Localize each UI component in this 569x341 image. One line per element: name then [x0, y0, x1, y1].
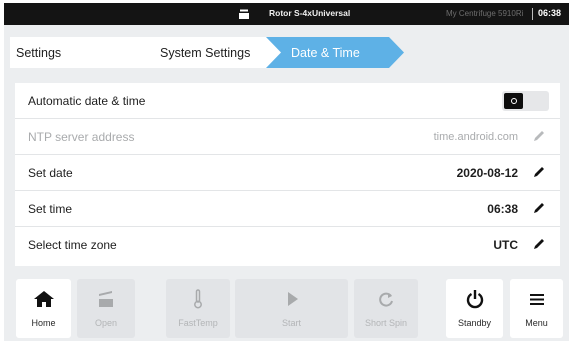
- menu-icon: [529, 294, 544, 305]
- row-label: Set date: [28, 166, 73, 180]
- breadcrumb-label: System Settings: [160, 45, 251, 60]
- rotor-icon: [239, 9, 249, 19]
- row-time-zone[interactable]: Select time zone UTC: [15, 227, 560, 263]
- button-label: Home: [31, 318, 56, 328]
- start-button[interactable]: Start: [235, 279, 348, 338]
- fasttemp-button[interactable]: FastTemp: [166, 279, 230, 338]
- row-label: Set time: [28, 202, 73, 216]
- row-set-date[interactable]: Set date 2020-08-12: [15, 155, 560, 191]
- time-value: 06:38: [487, 202, 518, 216]
- play-icon: [287, 292, 298, 306]
- ntp-server-value: time.android.com: [433, 131, 518, 143]
- button-label: Short Spin: [364, 318, 408, 328]
- breadcrumb: Settings System Settings Date & Time: [4, 25, 569, 78]
- row-ntp-server: NTP server address time.android.com: [15, 119, 560, 155]
- breadcrumb-label: Date & Time: [291, 45, 360, 60]
- standby-button[interactable]: Standby: [446, 279, 503, 338]
- breadcrumb-settings[interactable]: Settings: [10, 37, 150, 68]
- pencil-icon[interactable]: [532, 237, 546, 251]
- date-value: 2020-08-12: [456, 166, 518, 180]
- button-label: Open: [94, 318, 118, 328]
- button-label: Menu: [525, 318, 548, 328]
- status-bar: Rotor S-4xUniversal My Centrifuge 5910Ri…: [4, 3, 569, 25]
- menu-button[interactable]: Menu: [510, 279, 563, 338]
- bottom-toolbar: Home Open FastTemp Start Short Spin Stan…: [4, 266, 569, 341]
- refresh-icon: [379, 292, 393, 307]
- rotor-label: Rotor S-4xUniversal: [269, 8, 351, 18]
- row-set-time[interactable]: Set time 06:38: [15, 191, 560, 227]
- clock: 06:38: [538, 8, 562, 18]
- home-icon: [33, 291, 54, 307]
- time-zone-value: UTC: [493, 238, 518, 252]
- status-divider: [532, 8, 533, 20]
- thermometer-icon: [194, 289, 202, 309]
- button-label: Standby: [457, 318, 492, 328]
- automatic-date-time-toggle[interactable]: [502, 91, 549, 111]
- pencil-icon: [534, 131, 544, 141]
- breadcrumb-date-time: Date & Time: [264, 37, 404, 68]
- open-button[interactable]: Open: [77, 279, 135, 338]
- power-icon: [466, 290, 483, 309]
- row-automatic-date-time[interactable]: Automatic date & time: [15, 83, 560, 119]
- button-label: Start: [281, 318, 301, 328]
- breadcrumb-system-settings[interactable]: System Settings: [132, 37, 281, 68]
- row-label: Automatic date & time: [28, 94, 146, 108]
- pencil-icon[interactable]: [532, 165, 546, 179]
- settings-panel: Automatic date & time NTP server address…: [4, 78, 569, 266]
- settings-list: Automatic date & time NTP server address…: [15, 83, 560, 266]
- row-label: Select time zone: [28, 238, 117, 252]
- lid-open-icon: [99, 291, 113, 307]
- button-label: FastTemp: [178, 318, 218, 328]
- home-button[interactable]: Home: [16, 279, 71, 338]
- toggle-knob: [504, 93, 523, 109]
- short-spin-button[interactable]: Short Spin: [354, 279, 418, 338]
- device-name: My Centrifuge 5910Ri: [446, 9, 524, 18]
- pencil-icon[interactable]: [532, 201, 546, 215]
- row-label: NTP server address: [28, 130, 135, 144]
- breadcrumb-label: Settings: [16, 45, 62, 60]
